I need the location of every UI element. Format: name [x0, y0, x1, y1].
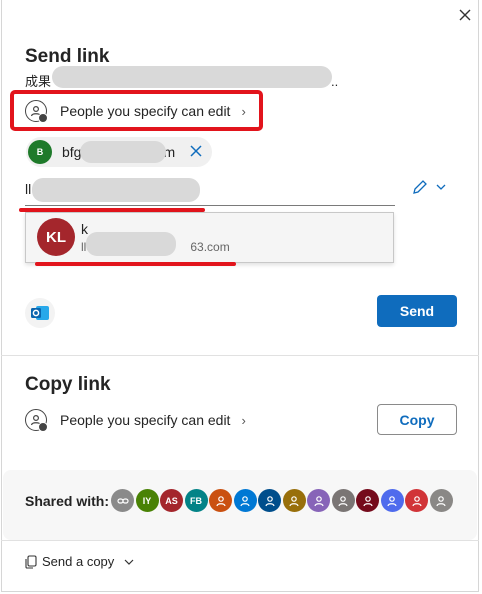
copy-permission-label: People you specify can edit [60, 412, 231, 428]
suggestion-name: k [81, 221, 88, 237]
person-icon [313, 495, 325, 507]
redaction-blur [86, 232, 176, 256]
close-icon [459, 9, 471, 21]
shared-avatar[interactable] [282, 489, 306, 512]
shared-avatar[interactable] [429, 489, 453, 512]
chevron-down-icon [124, 559, 134, 565]
person-icon [362, 495, 374, 507]
recipient-input[interactable]: ll [25, 181, 31, 197]
chevron-right-icon: › [241, 412, 246, 428]
person-icon [435, 495, 447, 507]
file-name-suffix: .. [331, 74, 339, 89]
annotation-red-box [10, 90, 263, 131]
copy-document-icon [25, 554, 37, 569]
shared-with-label: Shared with: [25, 493, 110, 509]
close-button[interactable] [454, 4, 476, 26]
outlook-icon [31, 306, 49, 320]
redaction-blur [80, 141, 166, 163]
recipient-avatar: B [28, 140, 52, 164]
section-divider [1, 355, 479, 356]
send-link-title: Send link [25, 46, 110, 67]
shared-avatar[interactable] [233, 489, 257, 512]
redaction-blur [52, 66, 332, 88]
shared-avatar[interactable] [258, 489, 281, 512]
shared-avatar[interactable]: IY [135, 489, 159, 512]
person-icon [239, 495, 251, 507]
person-icon [386, 495, 398, 507]
shared-avatar[interactable] [380, 489, 404, 512]
send-button[interactable]: Send [377, 295, 457, 327]
person-icon [215, 495, 227, 507]
people-settings-icon [25, 409, 48, 432]
shared-avatar[interactable] [405, 489, 428, 512]
shared-avatar[interactable] [331, 489, 355, 512]
file-name-prefix: 成果 [25, 74, 52, 89]
copy-button[interactable]: Copy [377, 404, 457, 435]
suggestion-avatar: KL [37, 218, 75, 256]
suggestion-email-suffix: 63.com [190, 240, 230, 254]
recipient-input-text: ll [25, 181, 32, 197]
person-icon [264, 495, 276, 507]
outlook-button[interactable] [25, 298, 55, 328]
person-icon [288, 495, 300, 507]
copy-link-title: Copy link [25, 374, 111, 395]
person-icon [337, 495, 349, 507]
shared-with-avatars: IY AS FB [111, 489, 453, 512]
recipient-input-underline [25, 205, 395, 206]
recipient-email-prefix: bfg [62, 144, 82, 160]
shared-avatar[interactable]: AS [160, 489, 183, 512]
shared-avatar[interactable] [307, 489, 330, 512]
chevron-down-icon [436, 184, 446, 190]
person-icon [411, 495, 423, 507]
send-a-copy-label: Send a copy [42, 554, 115, 569]
footer-divider [1, 540, 479, 541]
shared-avatar[interactable]: FB [184, 489, 208, 512]
copy-link-permission-button[interactable]: People you specify can edit › [25, 406, 246, 434]
edit-permission-dropdown[interactable] [412, 179, 446, 195]
link-icon [116, 495, 129, 507]
annotation-red-underline [35, 262, 236, 266]
send-a-copy-button[interactable]: Send a copy [24, 554, 134, 569]
redaction-blur [32, 178, 200, 202]
suggestion-item[interactable]: KL k ll 63.com [25, 212, 394, 263]
shared-avatar[interactable] [209, 489, 232, 512]
pencil-icon [413, 180, 427, 194]
shared-avatar[interactable] [111, 489, 134, 512]
shared-avatar[interactable] [356, 489, 379, 512]
remove-recipient-icon[interactable] [188, 143, 204, 159]
